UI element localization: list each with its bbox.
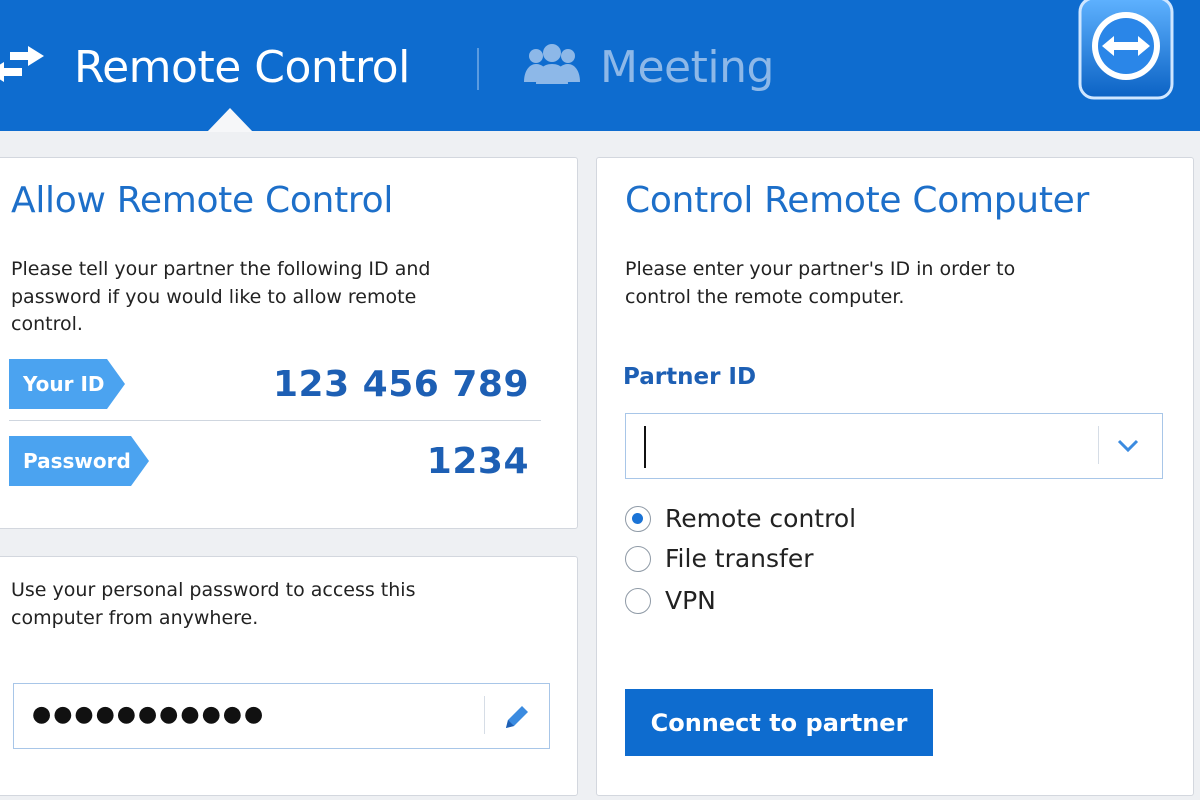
control-panel-title: Control Remote Computer: [625, 180, 1089, 221]
radio-button[interactable]: [625, 505, 651, 532]
allow-panel-description: Please tell your partner the following I…: [11, 258, 431, 335]
radio-button[interactable]: [625, 545, 651, 572]
teamviewer-logo: [1076, 0, 1176, 102]
tab-remote-control[interactable]: Remote Control: [0, 0, 410, 131]
tab-meeting[interactable]: Meeting: [522, 0, 774, 131]
control-panel-description: Please enter your partner's ID in order …: [625, 258, 1016, 308]
password-value[interactable]: 1234: [427, 441, 529, 482]
pencil-icon[interactable]: [500, 700, 534, 738]
radio-file-transfer[interactable]: File transfer: [625, 544, 814, 573]
radio-label: Remote control: [665, 504, 857, 533]
chevron-down-icon[interactable]: [1114, 434, 1142, 462]
personal-password-panel: Use your personal password to access thi…: [0, 556, 578, 796]
top-bar: Remote Control Meeting: [0, 0, 1200, 132]
radio-label: File transfer: [665, 544, 814, 573]
divider: [9, 420, 541, 421]
radio-button[interactable]: [625, 587, 651, 614]
tab-meeting-label: Meeting: [600, 42, 774, 93]
tab-divider: [477, 48, 479, 90]
field-divider: [1098, 426, 1099, 464]
personal-panel-description: Use your personal password to access thi…: [11, 579, 416, 629]
radio-remote-control[interactable]: Remote control: [625, 504, 856, 533]
allow-remote-control-panel: Allow Remote Control Please tell your pa…: [0, 157, 578, 529]
password-tag: Password: [9, 436, 149, 486]
active-tab-indicator: [207, 108, 253, 132]
personal-password-value: ●●●●●●●●●●●: [32, 702, 266, 727]
partner-id-label: Partner ID: [623, 364, 757, 390]
arrows-icon: [0, 42, 60, 90]
your-id-value[interactable]: 123 456 789: [273, 364, 529, 405]
people-icon: [522, 42, 582, 90]
your-id-tag: Your ID: [9, 359, 125, 409]
tab-remote-control-label: Remote Control: [74, 42, 410, 93]
control-remote-computer-panel: Control Remote Computer Please enter you…: [596, 157, 1194, 796]
text-cursor: [644, 426, 646, 468]
partner-id-field[interactable]: [625, 413, 1163, 479]
connect-to-partner-button[interactable]: Connect to partner: [625, 689, 933, 756]
allow-panel-title: Allow Remote Control: [11, 180, 394, 221]
radio-label: VPN: [665, 586, 716, 615]
radio-vpn[interactable]: VPN: [625, 586, 716, 615]
field-divider: [484, 696, 485, 734]
personal-password-field[interactable]: ●●●●●●●●●●●: [13, 683, 550, 749]
